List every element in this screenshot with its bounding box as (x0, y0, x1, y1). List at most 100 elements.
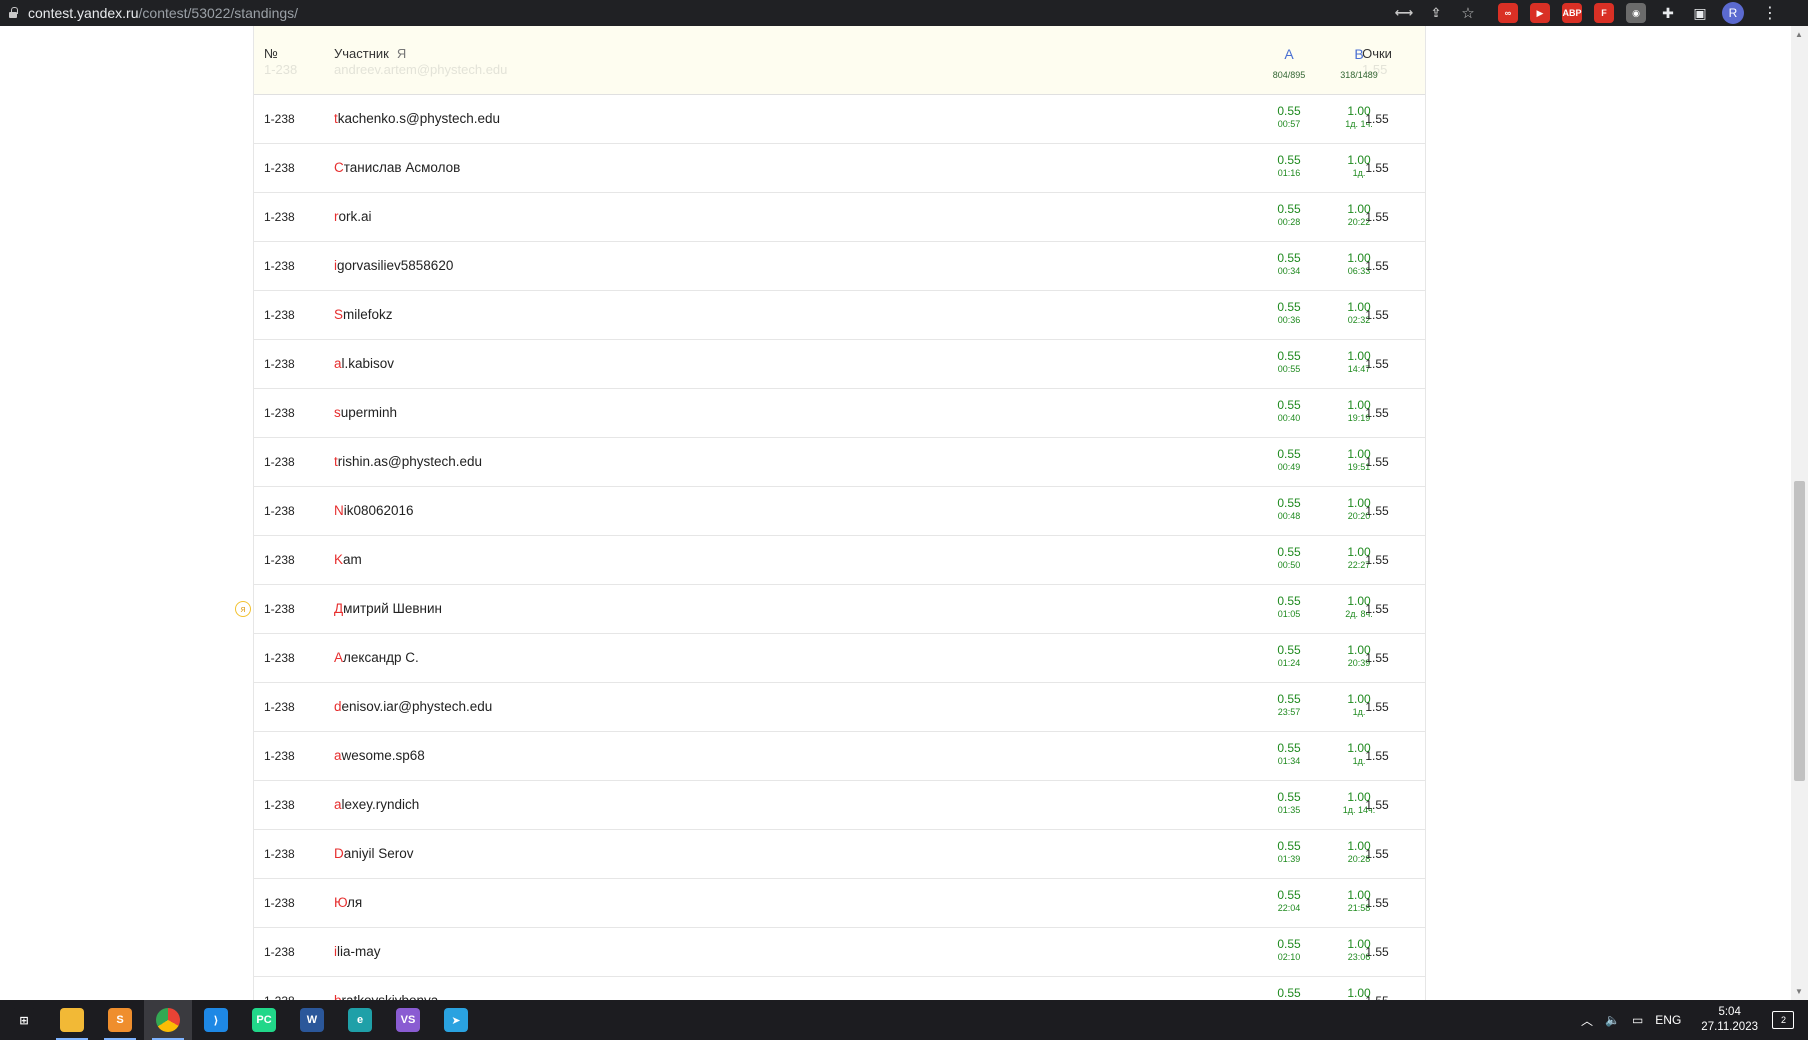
problem-a-score: 0.55 (1277, 643, 1301, 657)
scroll-up-icon[interactable]: ▲ (1795, 30, 1803, 39)
taskbar-app-chrome[interactable] (144, 1000, 192, 1040)
header-participant-label[interactable]: Участник (334, 46, 389, 61)
problem-a-time: 01:05 (1277, 609, 1301, 619)
profile-avatar[interactable]: R (1722, 2, 1744, 24)
participant-name[interactable]: bratkovskiybonya (334, 993, 438, 1000)
participant-name-rest: ля (347, 895, 363, 910)
f-extension-icon[interactable]: F (1594, 3, 1614, 23)
problem-a-cell[interactable]: 0.55 01:24 (1254, 643, 1324, 669)
problem-a-cell[interactable]: 0.55 00:55 (1254, 349, 1324, 375)
participant-name[interactable]: Дмитрий Шевнин (334, 601, 442, 616)
lock-icon[interactable] (8, 7, 18, 19)
problem-a-cell[interactable]: 0.55 00:49 (1254, 447, 1324, 473)
participant-name[interactable]: igorvasiliev5858620 (334, 258, 453, 273)
problem-a-cell[interactable]: 0.55 01:35 (1254, 790, 1324, 816)
taskbar-app-pycharm[interactable]: PC (240, 1000, 288, 1040)
taskbar-app-visual-studio[interactable]: VS (384, 1000, 432, 1040)
translate-icon[interactable]: ⟷ (1394, 3, 1414, 23)
problem-a-cell[interactable]: 0.55 01:16 (1254, 153, 1324, 179)
header-me-filter[interactable]: Я (397, 46, 406, 61)
infinity-extension-icon[interactable]: ∞ (1498, 3, 1518, 23)
extensions-puzzle-icon[interactable]: ✚ (1658, 3, 1678, 23)
participant-name-initial: А (334, 650, 344, 665)
problem-a-cell[interactable]: 0.55 22:04 (1254, 888, 1324, 914)
taskbar-app-telegram[interactable]: ➤ (432, 1000, 480, 1040)
taskbar-app-word[interactable]: W (288, 1000, 336, 1040)
row-rank: 1-238 (264, 210, 295, 224)
scrollbar-thumb[interactable] (1794, 481, 1805, 781)
owl-extension-icon[interactable]: ◉ (1626, 3, 1646, 23)
participant-name[interactable]: Александр С. (334, 650, 419, 665)
tray-overflow-chevron-icon[interactable]: ︿ (1581, 1012, 1593, 1029)
participant-name[interactable]: al.kabisov (334, 356, 394, 371)
problem-a-cell[interactable]: 0.55 00:48 (1254, 496, 1324, 522)
bookmark-star-icon[interactable]: ☆ (1458, 3, 1478, 23)
table-row: 1-238 Юля 0.55 22:04 1.00 21:58 1.55 (254, 879, 1425, 928)
participant-name[interactable]: awesome.sp68 (334, 748, 425, 763)
problem-a-score: 0.55 (1277, 398, 1301, 412)
participant-name[interactable]: Nik08062016 (334, 503, 414, 518)
problem-a-cell[interactable]: 0.55 01:34 (1254, 741, 1324, 767)
problem-a-cell[interactable]: 0.55 00:28 (1254, 202, 1324, 228)
network-icon[interactable]: ▭ (1632, 1013, 1643, 1027)
scroll-down-icon[interactable]: ▼ (1795, 987, 1803, 996)
participant-name[interactable]: Станислав Асмолов (334, 160, 460, 175)
volume-icon[interactable]: 🔈 (1605, 1013, 1620, 1027)
browser-menu-icon[interactable]: ⋮ (1762, 3, 1778, 23)
problem-a-cell[interactable]: 0.55 (1254, 986, 1324, 1000)
problem-a-score: 0.55 (1277, 251, 1301, 265)
sublime-text-icon: S (108, 1008, 132, 1032)
taskbar-app-file-explorer[interactable] (48, 1000, 96, 1040)
taskbar-app-sublime-text[interactable]: S (96, 1000, 144, 1040)
notification-center-icon[interactable]: 2 (1772, 1011, 1794, 1029)
row-rank: 1-238 (264, 259, 295, 273)
participant-name-initial: a (334, 748, 342, 763)
problem-a-score: 0.55 (1277, 986, 1301, 1000)
problem-a-score: 0.55 (1277, 839, 1301, 853)
participant-name[interactable]: Kam (334, 552, 362, 567)
problem-a-cell[interactable]: 0.55 00:34 (1254, 251, 1324, 277)
row-rank: 1-238 (264, 700, 295, 714)
problem-a-cell[interactable]: 0.55 00:36 (1254, 300, 1324, 326)
participant-name-initial: d (334, 699, 342, 714)
table-row: 1-238 Александр С. 0.55 01:24 1.00 20:39 1.55 (254, 634, 1425, 683)
table-row: 1-238 awesome.sp68 0.55 01:34 1.00 1д. 1.55 (254, 732, 1425, 781)
table-row: 1-238 rork.ai 0.55 00:28 1.00 20:22 1.55 (254, 193, 1425, 242)
url-field[interactable]: contest.yandex.ru/contest/53022/standing… (28, 5, 298, 21)
share-icon[interactable]: ⇪ (1426, 3, 1446, 23)
participant-name-rest: gorvasiliev5858620 (337, 258, 454, 273)
participant-name[interactable]: alexey.ryndich (334, 797, 419, 812)
problem-a-cell[interactable]: 0.55 02:10 (1254, 937, 1324, 963)
participant-name[interactable]: Daniyil Serov (334, 846, 414, 861)
system-tray: ︿ 🔈 ▭ ENG 5:04 27.11.2023 2 (1575, 1000, 1808, 1040)
participant-name[interactable]: Юля (334, 895, 362, 910)
taskbar-app-edge[interactable]: e (336, 1000, 384, 1040)
page-scrollbar[interactable]: ▲ ▼ (1791, 26, 1808, 1000)
participant-name[interactable]: denisov.iar@phystech.edu (334, 699, 492, 714)
adblock-icon[interactable]: ABP (1562, 3, 1582, 23)
problem-a-cell[interactable]: 0.55 23:57 (1254, 692, 1324, 718)
participant-name[interactable]: ilia-may (334, 944, 381, 959)
problem-a-cell[interactable]: 0.55 00:50 (1254, 545, 1324, 571)
participant-name[interactable]: rork.ai (334, 209, 372, 224)
problem-a-cell[interactable]: 0.55 01:05 (1254, 594, 1324, 620)
taskbar-app-vscode[interactable]: ⟩ (192, 1000, 240, 1040)
header-problem-a[interactable]: A (1254, 46, 1324, 62)
me-marker-icon: я (235, 601, 251, 617)
problem-a-cell[interactable]: 0.55 01:39 (1254, 839, 1324, 865)
participant-name[interactable]: trishin.as@phystech.edu (334, 454, 482, 469)
taskbar-app-task-view[interactable]: ⊞ (0, 1000, 48, 1040)
header-score: Очки (1362, 46, 1392, 61)
participant-name[interactable]: tkachenko.s@phystech.edu (334, 111, 500, 126)
participant-name-initial: С (334, 160, 344, 175)
row-rank: 1-238 (264, 308, 295, 322)
video-extension-icon[interactable]: ▶ (1530, 3, 1550, 23)
language-indicator[interactable]: ENG (1655, 1013, 1681, 1027)
problem-a-cell[interactable]: 0.55 00:57 (1254, 104, 1324, 130)
clock[interactable]: 5:04 27.11.2023 (1701, 1005, 1758, 1035)
problem-a-cell[interactable]: 0.55 00:40 (1254, 398, 1324, 424)
row-rank: 1-238 (264, 161, 295, 175)
participant-name[interactable]: superminh (334, 405, 397, 420)
side-panel-icon[interactable]: ▣ (1690, 3, 1710, 23)
participant-name[interactable]: Smilefokz (334, 307, 393, 322)
